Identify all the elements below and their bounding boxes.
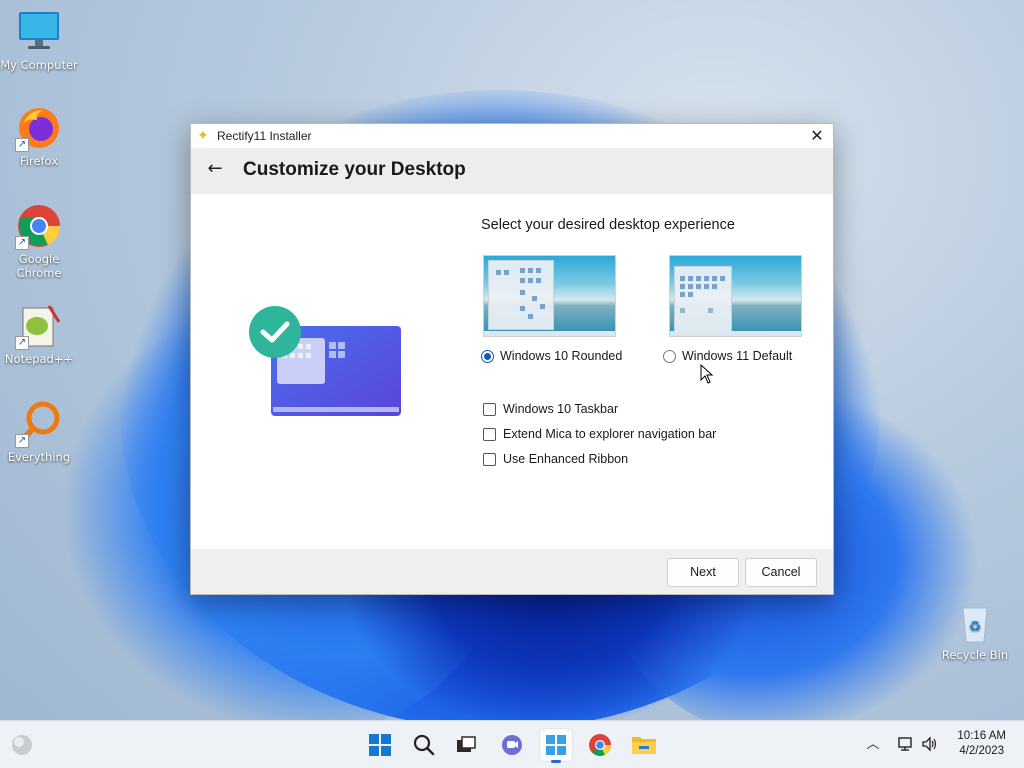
- desktop-icon-recycle-bin[interactable]: ♻ Recycle Bin: [936, 598, 1014, 662]
- everything-search-icon: ↗: [15, 400, 63, 448]
- dialog-footer: Next Cancel: [191, 549, 833, 594]
- show-hidden-icons-chevron-icon[interactable]: ︿: [863, 735, 883, 755]
- system-clock[interactable]: 10:16 AM 4/2/2023: [957, 729, 1006, 759]
- windows-10-rounded-preview[interactable]: [483, 255, 616, 337]
- file-explorer-icon[interactable]: [628, 729, 660, 761]
- desktop-icon-notepadpp[interactable]: ↗ Notepad++: [0, 302, 78, 366]
- start-icon[interactable]: [364, 729, 396, 761]
- cancel-button[interactable]: Cancel: [745, 558, 817, 587]
- clock-date: 4/2/2023: [959, 745, 1005, 757]
- checkbox-label: Windows 10 Taskbar: [503, 402, 619, 416]
- checkbox-enhanced-ribbon[interactable]: Use Enhanced Ribbon: [483, 452, 628, 466]
- rectify11-installer-window: ✦ Rectify11 Installer ✕ ← Customize your…: [190, 123, 834, 595]
- sparkle-app-icon: ✦: [197, 128, 209, 144]
- desktop-icon-firefox[interactable]: ↗ Firefox: [0, 104, 78, 168]
- page-title: Customize your Desktop: [243, 159, 466, 180]
- desktop-icon-label: Everything: [7, 450, 71, 464]
- desktop-icon-label: Google Chrome: [16, 252, 62, 280]
- desktop-icon-my-computer[interactable]: My Computer: [0, 8, 78, 72]
- section-title: Select your desired desktop experience: [481, 217, 735, 233]
- window-title: Rectify11 Installer: [217, 129, 312, 143]
- back-arrow-button[interactable]: ←: [203, 158, 227, 179]
- task-view-icon[interactable]: [450, 729, 482, 761]
- title-bar[interactable]: ✦ Rectify11 Installer ✕: [191, 124, 833, 148]
- next-button[interactable]: Next: [667, 558, 739, 587]
- rectify-installer-icon[interactable]: [540, 729, 572, 763]
- option-windows-10-rounded[interactable]: Windows 10 Rounded: [481, 349, 622, 363]
- widgets-weather-icon[interactable]: [6, 729, 38, 761]
- radio-button-selected[interactable]: [481, 349, 494, 363]
- checkbox-extend-mica[interactable]: Extend Mica to explorer navigation bar: [483, 427, 716, 441]
- checkbox[interactable]: [483, 402, 496, 416]
- clock-time: 10:16 AM: [957, 730, 1006, 742]
- chat-icon[interactable]: [496, 729, 528, 761]
- notepadpp-icon: ↗: [15, 302, 63, 350]
- desktop-icon-everything[interactable]: ↗ Everything: [0, 400, 78, 464]
- volume-icon[interactable]: [920, 735, 940, 755]
- option-label: Windows 10 Rounded: [500, 349, 623, 363]
- page-content: Select your desired desktop experience W…: [191, 194, 833, 550]
- desktop-icon-google-chrome[interactable]: ↗ Google Chrome: [0, 202, 78, 280]
- firefox-icon: ↗: [15, 104, 63, 152]
- mouse-cursor-icon: [700, 364, 714, 384]
- shortcut-arrow-icon: ↗: [15, 138, 29, 152]
- shortcut-arrow-icon: ↗: [15, 236, 29, 250]
- desktop-customize-illustration-icon: [249, 306, 405, 426]
- monitor-icon: [15, 8, 63, 56]
- desktop-icon-label: Recycle Bin: [941, 648, 1009, 662]
- svg-text:♻: ♻: [969, 619, 982, 635]
- option-windows-11-default[interactable]: Windows 11 Default: [663, 349, 792, 363]
- desktop-icon-label: Firefox: [19, 154, 59, 168]
- option-label: Windows 11 Default: [682, 349, 793, 363]
- checkbox-label: Extend Mica to explorer navigation bar: [503, 427, 717, 441]
- chrome-icon: ↗: [15, 202, 63, 250]
- shortcut-arrow-icon: ↗: [15, 336, 29, 350]
- recycle-bin-icon: ♻: [951, 598, 999, 646]
- desktop-icon-label: Notepad++: [4, 352, 74, 366]
- radio-button[interactable]: [663, 349, 676, 363]
- network-icon[interactable]: [896, 735, 916, 755]
- checkbox[interactable]: [483, 427, 496, 441]
- checkbox-windows-10-taskbar[interactable]: Windows 10 Taskbar: [483, 402, 618, 416]
- shortcut-arrow-icon: ↗: [15, 434, 29, 448]
- page-header: ← Customize your Desktop: [191, 148, 833, 194]
- taskbar: ︿ 10:16 AM 4/2/2023: [0, 720, 1024, 768]
- windows-11-default-preview[interactable]: [669, 255, 802, 337]
- checkbox-label: Use Enhanced Ribbon: [503, 452, 629, 466]
- search-icon[interactable]: [408, 729, 440, 761]
- chrome-icon[interactable]: [584, 729, 616, 761]
- close-button[interactable]: ✕: [801, 124, 833, 148]
- checkbox[interactable]: [483, 452, 496, 466]
- desktop-icon-label: My Computer: [0, 58, 78, 72]
